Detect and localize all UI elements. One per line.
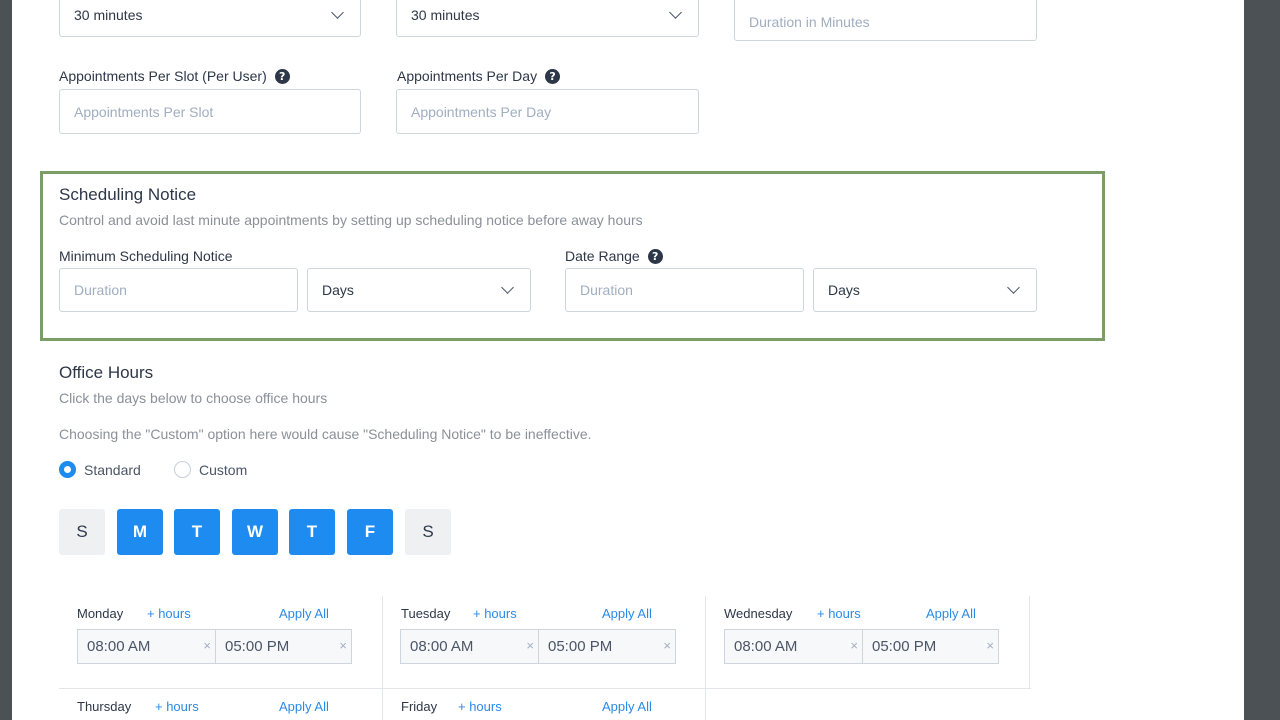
start-time-value: 08:00 AM [410, 638, 474, 655]
duration-minutes-placeholder: Duration in Minutes [749, 13, 870, 30]
add-hours-link[interactable]: + hours [473, 606, 517, 621]
slot-interval-select[interactable]: 30 minutes [396, 0, 699, 37]
backdrop-edge [1244, 0, 1280, 720]
radio-standard-label: Standard [84, 461, 141, 478]
grid-divider [59, 688, 1031, 689]
chevron-down-icon [331, 5, 344, 19]
day-toggle-friday[interactable]: F [347, 509, 393, 555]
day-toggle-saturday[interactable]: S [405, 509, 451, 555]
start-time-input[interactable]: 08:00 AM × [724, 629, 863, 664]
per-slot-label: Appointments Per Slot (Per User) ? [59, 68, 290, 84]
day-name-friday: Friday [401, 699, 438, 714]
chevron-down-icon [1007, 281, 1020, 294]
per-day-placeholder: Appointments Per Day [411, 103, 552, 120]
grid-divider [1029, 596, 1030, 689]
clear-icon[interactable]: × [986, 638, 994, 653]
appointments-per-slot-input[interactable]: Appointments Per Slot [59, 89, 361, 134]
day-name-monday: Monday [77, 606, 124, 621]
date-range-unit-value: Days [828, 282, 860, 298]
help-icon[interactable]: ? [545, 68, 561, 84]
duration-minutes-input[interactable]: Duration in Minutes [734, 0, 1037, 41]
apply-all-link[interactable]: Apply All [279, 606, 329, 621]
radio-custom[interactable]: Custom [174, 461, 247, 478]
clear-icon[interactable]: × [526, 638, 534, 653]
day-toggle-wednesday[interactable]: W [232, 509, 278, 555]
date-range-label: Date Range ? [565, 248, 663, 264]
per-slot-placeholder: Appointments Per Slot [74, 103, 214, 120]
per-day-label: Appointments Per Day ? [397, 68, 561, 84]
start-time-value: 08:00 AM [87, 638, 151, 655]
min-notice-label-text: Minimum Scheduling Notice [59, 248, 233, 264]
hours-grid: Monday + hours Apply All 08:00 AM × 05:0… [59, 596, 1031, 720]
add-hours-link[interactable]: + hours [155, 699, 199, 714]
add-hours-link[interactable]: + hours [458, 699, 502, 714]
apply-all-link[interactable]: Apply All [602, 699, 652, 714]
min-notice-placeholder: Duration [74, 282, 127, 298]
start-time-input[interactable]: 08:00 AM × [400, 629, 539, 664]
slot-duration-select[interactable]: 30 minutes [59, 0, 361, 37]
day-toggle-sunday[interactable]: S [59, 509, 105, 555]
add-hours-link[interactable]: + hours [147, 606, 191, 621]
date-range-unit-select[interactable]: Days [813, 268, 1037, 312]
appointments-per-day-input[interactable]: Appointments Per Day [396, 89, 699, 134]
chevron-down-icon [501, 281, 514, 294]
scheduling-notice-title: Scheduling Notice [59, 185, 197, 204]
day-name-wednesday: Wednesday [724, 606, 793, 621]
office-hours-warning: Choosing the "Custom" option here would … [59, 426, 592, 442]
help-icon[interactable]: ? [647, 248, 663, 264]
min-notice-duration-input[interactable]: Duration [59, 268, 298, 312]
per-slot-label-text: Appointments Per Slot (Per User) [59, 68, 267, 84]
day-toggle-thursday[interactable]: T [289, 509, 335, 555]
end-time-value: 05:00 PM [872, 638, 937, 655]
office-hours-title: Office Hours [59, 363, 154, 382]
clear-icon[interactable]: × [850, 638, 858, 653]
office-hours-description: Click the days below to choose office ho… [59, 390, 328, 406]
date-range-label-text: Date Range [565, 248, 640, 264]
day-name-tuesday: Tuesday [401, 606, 451, 621]
end-time-input[interactable]: 05:00 PM × [862, 629, 999, 664]
date-range-placeholder: Duration [580, 282, 633, 298]
day-name-thursday: Thursday [77, 699, 132, 714]
apply-all-link[interactable]: Apply All [279, 699, 329, 714]
end-time-value: 05:00 PM [225, 638, 290, 655]
day-toggle-tuesday[interactable]: T [174, 509, 220, 555]
radio-custom-label: Custom [199, 461, 248, 478]
radio-custom-dot[interactable] [174, 461, 191, 478]
min-notice-label: Minimum Scheduling Notice [59, 248, 233, 264]
min-notice-unit-select[interactable]: Days [307, 268, 531, 312]
apply-all-link[interactable]: Apply All [602, 606, 652, 621]
end-time-input[interactable]: 05:00 PM × [215, 629, 352, 664]
clear-icon[interactable]: × [663, 638, 671, 653]
radio-standard-dot[interactable] [59, 461, 76, 478]
start-time-value: 08:00 AM [734, 638, 798, 655]
end-time-value: 05:00 PM [548, 638, 613, 655]
modal-panel: 30 minutes 30 minutes Duration in Minute… [12, 0, 1244, 720]
apply-all-link[interactable]: Apply All [926, 606, 976, 621]
add-hours-link[interactable]: + hours [817, 606, 861, 621]
end-time-input[interactable]: 05:00 PM × [538, 629, 676, 664]
help-icon[interactable]: ? [274, 68, 290, 84]
slot-interval-value: 30 minutes [411, 6, 480, 23]
radio-standard[interactable]: Standard [59, 461, 141, 478]
date-range-duration-input[interactable]: Duration [565, 268, 804, 312]
grid-divider [705, 596, 706, 720]
clear-icon[interactable]: × [203, 638, 211, 653]
grid-divider [382, 596, 383, 720]
min-notice-unit-value: Days [322, 282, 354, 298]
per-day-label-text: Appointments Per Day [397, 68, 538, 84]
day-toggle-monday[interactable]: M [117, 509, 163, 555]
slot-duration-value: 30 minutes [74, 6, 143, 23]
chevron-down-icon [669, 5, 682, 19]
scheduling-notice-description: Control and avoid last minute appointmen… [59, 212, 643, 228]
clear-icon[interactable]: × [339, 638, 347, 653]
start-time-input[interactable]: 08:00 AM × [77, 629, 216, 664]
